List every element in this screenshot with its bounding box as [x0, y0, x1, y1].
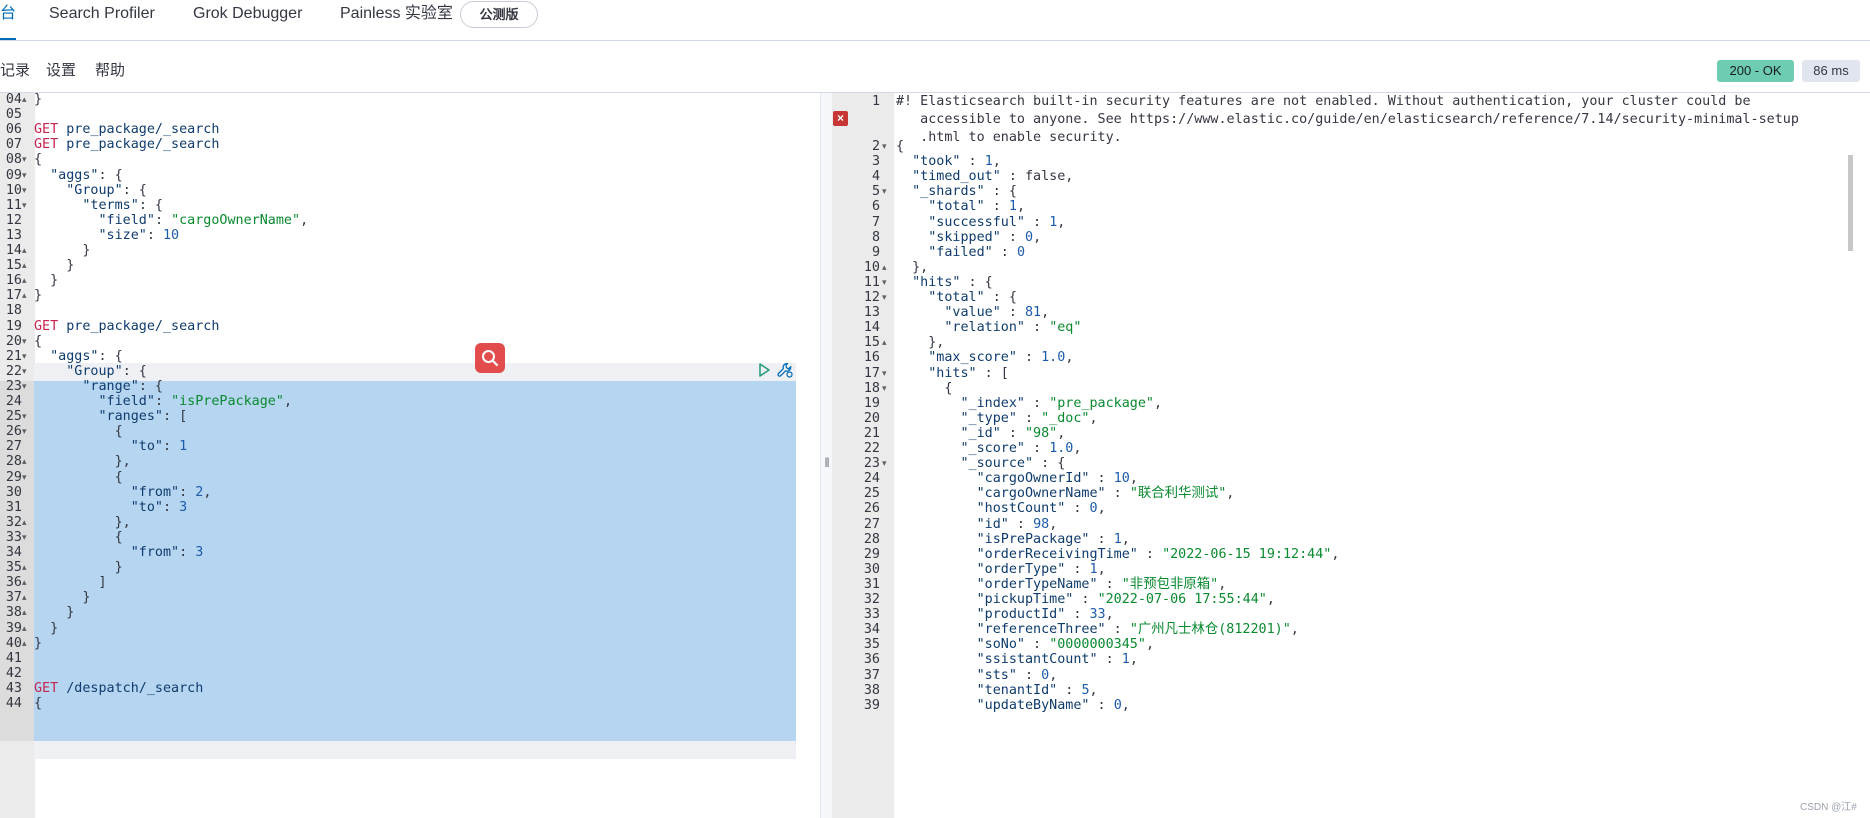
- request-time-badge: 86 ms: [1802, 60, 1860, 82]
- request-editor[interactable]: 04 ▴} 05 06 GET pre_package/_search 07 GET pre…: [0, 93, 820, 818]
- response-comment: #! Elasticsearch built-in security featu…: [896, 94, 1751, 109]
- search-fab-button[interactable]: [475, 343, 505, 373]
- search-icon: [482, 350, 499, 367]
- tab-painless-lab[interactable]: Painless 实验室: [340, 0, 453, 38]
- tab-grok-debugger[interactable]: Grok Debugger: [193, 0, 302, 38]
- response-scrollbar[interactable]: [1848, 155, 1853, 251]
- tab-search-profiler[interactable]: Search Profiler: [49, 0, 155, 38]
- response-line: 39 "updateByName" : 0,: [832, 697, 1832, 715]
- response-line: accessible to anyone. See https://www.el…: [832, 111, 1870, 129]
- top-tab-bar: 台 Search Profiler Grok Debugger Painless…: [0, 0, 1870, 41]
- line-number: 1: [871, 94, 880, 109]
- line-number: 39: [863, 697, 880, 713]
- response-viewer: 1 #! Elasticsearch built-in security fea…: [832, 93, 1870, 818]
- line-number: 44: [5, 696, 22, 711]
- status-badge: 200 - OK: [1717, 60, 1794, 82]
- beta-badge: 公测版: [460, 1, 538, 28]
- response-comment: accessible to anyone. See https://www.el…: [896, 112, 1799, 127]
- code-text: {: [34, 696, 43, 711]
- response-line: 1 #! Elasticsearch built-in security fea…: [832, 93, 1870, 111]
- resizer-grip-icon: ‖: [824, 455, 830, 470]
- active-line-highlight-end: [34, 741, 796, 759]
- menu-settings[interactable]: 设置: [46, 54, 76, 88]
- tab-console[interactable]: 台: [0, 0, 17, 40]
- request-line: 44 {: [0, 695, 800, 713]
- code-text: "updateByName" : 0,: [976, 697, 1130, 713]
- watermark: CSDN @江#: [1800, 802, 1857, 813]
- run-request-icon[interactable]: [756, 362, 772, 378]
- menu-history[interactable]: 记录: [0, 54, 30, 88]
- menu-help[interactable]: 帮助: [95, 54, 125, 88]
- wrench-icon[interactable]: [776, 361, 794, 379]
- error-icon: ×: [833, 111, 848, 126]
